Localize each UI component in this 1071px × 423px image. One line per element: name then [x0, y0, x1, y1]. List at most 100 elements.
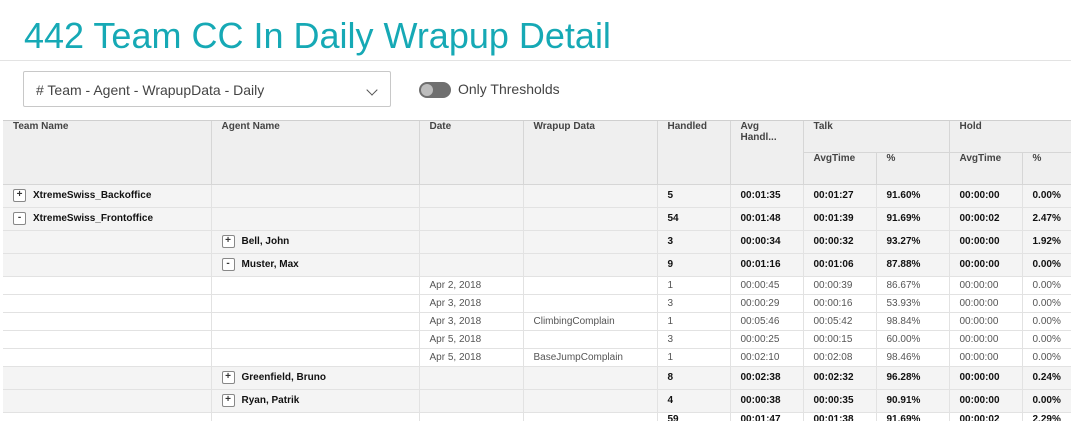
hold-avgtime-cell: 00:00:00 [949, 330, 1023, 349]
agent-cell [211, 207, 420, 231]
wrapup-cell: ClimbingComplain [523, 312, 658, 331]
talk-avgtime-cell: 00:00:32 [803, 230, 877, 254]
col-header-hold-pct[interactable]: % [1022, 152, 1071, 185]
team-cell [3, 253, 212, 277]
wrapup-cell [523, 207, 658, 231]
wrapup-cell [523, 389, 658, 413]
team-cell [3, 312, 212, 331]
wrapup-cell [523, 230, 658, 254]
expand-icon[interactable]: + [221, 394, 235, 407]
date-cell [419, 411, 524, 421]
col-header-avg-handle[interactable]: Avg Handl... [730, 121, 804, 185]
collapse-icon[interactable]: - [221, 258, 235, 271]
team-cell [3, 230, 212, 254]
talk-avgtime-cell: 00:01:39 [803, 207, 877, 231]
agent-cell: + Ryan, Patrik [211, 389, 420, 413]
expand-icon[interactable]: + [13, 189, 26, 202]
date-cell: Apr 3, 2018 [419, 294, 524, 313]
hold-pct-cell: 0.00% [1022, 294, 1071, 313]
only-thresholds-toggle[interactable] [419, 82, 451, 98]
handled-cell: 1 [657, 276, 731, 295]
hold-pct-cell: 0.00% [1022, 389, 1071, 413]
handled-cell: 3 [657, 294, 731, 313]
col-header-hold-avgtime[interactable]: AvgTime [949, 152, 1023, 185]
total-avg-handle: 00:01:47 [730, 411, 804, 421]
wrapup-cell [523, 276, 658, 295]
only-thresholds-label: Only Thresholds [458, 81, 560, 97]
talk-avgtime-cell: 00:01:06 [803, 253, 877, 277]
team-cell [3, 276, 212, 295]
wrapup-cell [523, 184, 658, 208]
expand-icon[interactable]: + [221, 235, 235, 248]
col-group-talk: Talk [803, 121, 950, 153]
collapse-icon[interactable]: - [13, 212, 26, 225]
view-select[interactable]: # Team - Agent - WrapupData - Daily [23, 71, 391, 107]
agent-cell [211, 411, 420, 421]
table-row: Apr 5, 2018 BaseJumpComplain 1 00:02:10 … [3, 348, 1071, 367]
chevron-down-icon [366, 84, 378, 96]
agent-cell [211, 330, 420, 349]
talk-avgtime-cell: 00:00:15 [803, 330, 877, 349]
avg-handle-cell: 00:00:25 [730, 330, 804, 349]
handled-cell: 8 [657, 366, 731, 390]
wrapup-cell [523, 253, 658, 277]
talk-avgtime-cell: 00:00:16 [803, 294, 877, 313]
talk-pct-cell: 93.27% [876, 230, 950, 254]
talk-pct-cell: 90.91% [876, 389, 950, 413]
table-row: Apr 5, 2018 3 00:00:25 00:00:15 60.00% 0… [3, 330, 1071, 349]
talk-pct-cell: 53.93% [876, 294, 950, 313]
toggle-knob [421, 84, 433, 96]
date-cell [419, 230, 524, 254]
hold-pct-cell: 0.00% [1022, 330, 1071, 349]
avg-handle-cell: 00:00:45 [730, 276, 804, 295]
col-header-wrapup[interactable]: Wrapup Data [523, 121, 658, 185]
avg-handle-cell: 00:00:29 [730, 294, 804, 313]
report-grid: Team Name Agent Name Date Wrapup Data Ha… [3, 120, 1071, 421]
col-header-team[interactable]: Team Name [3, 121, 212, 185]
date-cell: Apr 2, 2018 [419, 276, 524, 295]
team-cell [3, 411, 212, 421]
talk-avgtime-cell: 00:00:35 [803, 389, 877, 413]
hold-pct-cell: 0.00% [1022, 312, 1071, 331]
hold-pct-cell: 0.00% [1022, 348, 1071, 367]
team-cell: - XtremeSwiss_Frontoffice [3, 207, 212, 231]
hold-pct-cell: 2.47% [1022, 207, 1071, 231]
col-header-handled[interactable]: Handled [657, 121, 731, 185]
avg-handle-cell: 00:00:34 [730, 230, 804, 254]
agent-cell [211, 312, 420, 331]
agent-cell [211, 348, 420, 367]
expand-icon[interactable]: + [221, 371, 235, 384]
total-hold-pct: 2.29% [1022, 411, 1071, 421]
hold-avgtime-cell: 00:00:00 [949, 366, 1023, 390]
date-cell [419, 207, 524, 231]
table-row: Apr 3, 2018 ClimbingComplain 1 00:05:46 … [3, 312, 1071, 331]
hold-avgtime-cell: 00:00:00 [949, 276, 1023, 295]
handled-cell: 4 [657, 389, 731, 413]
hold-avgtime-cell: 00:00:00 [949, 230, 1023, 254]
col-header-talk-avgtime[interactable]: AvgTime [803, 152, 877, 185]
col-header-date[interactable]: Date [419, 121, 524, 185]
avg-handle-cell: 00:00:38 [730, 389, 804, 413]
handled-cell: 54 [657, 207, 731, 231]
handled-cell: 3 [657, 230, 731, 254]
wrapup-cell [523, 366, 658, 390]
hold-pct-cell: 0.24% [1022, 366, 1071, 390]
hold-pct-cell: 1.92% [1022, 230, 1071, 254]
total-talk-avgtime: 00:01:38 [803, 411, 877, 421]
talk-pct-cell: 91.60% [876, 184, 950, 208]
hold-avgtime-cell: 00:00:00 [949, 253, 1023, 277]
col-header-agent[interactable]: Agent Name [211, 121, 420, 185]
hold-pct-cell: 0.00% [1022, 184, 1071, 208]
talk-pct-cell: 86.67% [876, 276, 950, 295]
total-hold-avgtime: 00:00:02 [949, 411, 1023, 421]
table-row: Apr 3, 2018 3 00:00:29 00:00:16 53.93% 0… [3, 294, 1071, 313]
handled-cell: 5 [657, 184, 731, 208]
avg-handle-cell: 00:01:35 [730, 184, 804, 208]
avg-handle-cell: 00:05:46 [730, 312, 804, 331]
team-cell [3, 366, 212, 390]
hold-avgtime-cell: 00:00:00 [949, 312, 1023, 331]
agent-cell: + Greenfield, Bruno [211, 366, 420, 390]
wrapup-cell: BaseJumpComplain [523, 348, 658, 367]
col-header-talk-pct[interactable]: % [876, 152, 950, 185]
avg-handle-cell: 00:02:38 [730, 366, 804, 390]
